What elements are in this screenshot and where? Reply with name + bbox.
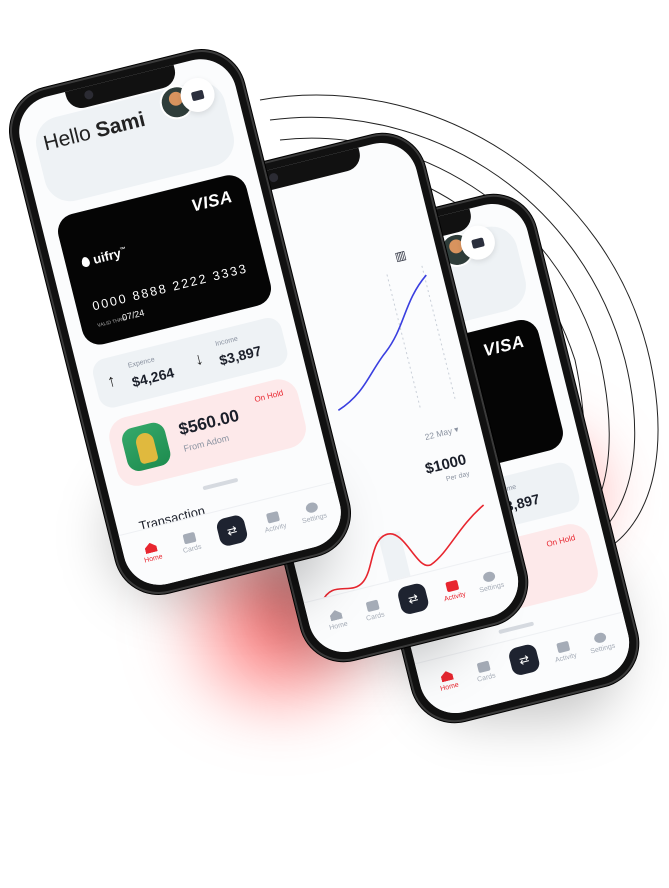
nav-label: Cards	[182, 543, 203, 555]
card-icon	[476, 660, 491, 674]
marketing-stage: VISA 33 ↓ Income $3,897 On Hold Transact…	[0, 0, 669, 888]
transfer-button[interactable]: ⇄	[396, 581, 431, 616]
nav-label: Cards	[365, 611, 386, 623]
nav-settings[interactable]: Settings	[291, 498, 335, 527]
nav-cards[interactable]: Cards	[352, 596, 396, 625]
nav-cards[interactable]: Cards	[463, 657, 507, 686]
price-unit: Per day	[445, 470, 471, 484]
nav-label: Home	[439, 681, 460, 693]
income-amount: $3,897	[217, 342, 264, 369]
income-stat[interactable]: ↓ Income $3,897	[177, 315, 291, 389]
nav-label: Activity	[264, 522, 288, 535]
brand-name: uifry	[91, 245, 123, 267]
visa-logo: VISA	[481, 331, 527, 361]
home-icon	[440, 670, 454, 683]
nav-cards[interactable]: Cards	[169, 528, 213, 557]
expence-label: Expence	[127, 356, 156, 370]
nav-label: Settings	[589, 642, 617, 656]
arrow-down-icon: ↓	[192, 348, 206, 370]
nav-activity[interactable]: Activity	[252, 508, 296, 537]
card-icon	[182, 531, 197, 545]
activity-icon	[445, 579, 460, 593]
card-icon	[365, 599, 380, 613]
sender-avatar	[119, 420, 173, 474]
expence-amount: $4,264	[130, 364, 176, 391]
date-selector[interactable]: 22 May ▾	[424, 424, 460, 443]
settings-icon	[593, 631, 608, 645]
settings-icon	[482, 570, 497, 584]
card-brand: uifry™	[80, 244, 128, 270]
nav-label: Cards	[476, 672, 497, 684]
arrow-up-icon: ↑	[105, 370, 118, 392]
nav-label: Activity	[443, 591, 467, 604]
settings-icon	[304, 501, 319, 514]
home-icon	[144, 541, 158, 554]
nav-label: Home	[328, 620, 349, 632]
brand-mark: ™	[119, 246, 127, 254]
status-badge: On Hold	[545, 533, 577, 549]
status-badge: On Hold	[253, 388, 285, 405]
payment-card[interactable]: VISA uifry™ 0000 8888 2222 3333 VALID TH…	[54, 171, 275, 349]
nav-home[interactable]: Home	[130, 538, 174, 567]
card-expiry: 07/24	[121, 307, 146, 323]
pending-amount: $560.00	[176, 405, 242, 440]
sheet-handle[interactable]	[498, 621, 535, 635]
nav-label: Activity	[554, 652, 578, 665]
transfer-button[interactable]: ⇄	[215, 513, 249, 548]
activity-icon	[556, 640, 571, 654]
income-label: Income	[214, 335, 239, 348]
nav-settings[interactable]: Settings	[469, 567, 513, 596]
nav-settings[interactable]: Settings	[580, 628, 624, 657]
card-number: 0000 8888 2222 3333	[91, 261, 250, 314]
nav-label: Home	[143, 553, 164, 565]
activity-icon	[265, 510, 281, 524]
home-icon	[329, 609, 343, 622]
nav-label: Settings	[301, 512, 328, 526]
transfer-button[interactable]: ⇄	[507, 642, 542, 677]
date-label: 22 May	[423, 425, 454, 443]
sheet-handle[interactable]	[202, 477, 239, 491]
nav-label: Settings	[478, 581, 506, 595]
visa-logo: VISA	[189, 186, 235, 216]
